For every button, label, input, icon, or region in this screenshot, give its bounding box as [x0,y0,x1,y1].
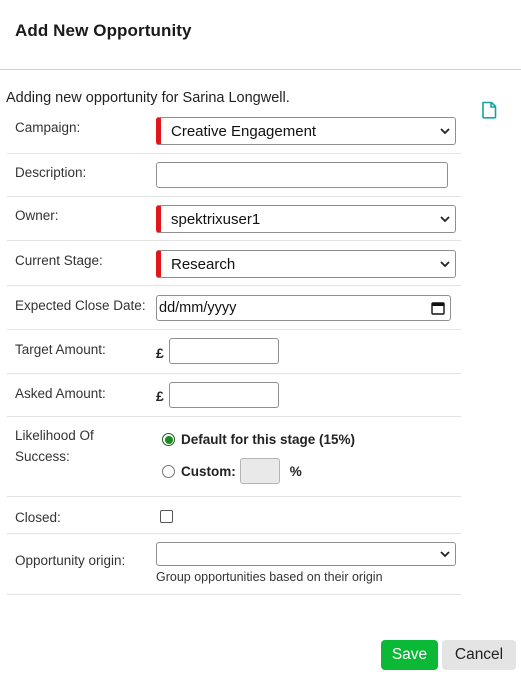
closed-row: Closed: [7,497,461,534]
custom-likelihood-label: Custom: [181,463,236,479]
close-date-label: Expected Close Date: [15,298,146,313]
opportunity-form: Campaign: Creative Engagement Descriptio… [7,110,461,595]
closed-checkbox[interactable] [160,510,173,523]
origin-select[interactable] [156,542,456,566]
custom-likelihood-radio[interactable] [162,464,175,478]
owner-value: spektrixuser1 [171,210,261,228]
campaign-select[interactable]: Creative Engagement [156,117,456,145]
chevron-down-icon [440,261,450,268]
chevron-down-icon [440,551,450,558]
owner-row: Owner: spektrixuser1 [7,197,461,241]
stage-value: Research [171,255,236,273]
campaign-label: Campaign: [15,120,81,135]
calendar-icon[interactable] [431,301,445,315]
note-icon[interactable] [480,101,498,119]
target-label: Target Amount: [15,342,106,357]
likelihood-label-line1: Likelihood Of [15,428,94,443]
asked-currency: £ [156,388,164,404]
dialog-header: Add New Opportunity [0,0,521,70]
owner-select[interactable]: spektrixuser1 [156,205,456,233]
chevron-down-icon [440,128,450,135]
target-row: Target Amount: £ [7,330,461,374]
target-currency: £ [156,345,164,361]
intro-text: Adding new opportunity for Sarina Longwe… [6,90,290,106]
stage-row: Current Stage: Research [7,241,461,286]
percent-sign: % [289,463,302,479]
description-label: Description: [15,165,87,180]
likelihood-label-line2: Success: [15,449,70,464]
save-button[interactable]: Save [381,640,438,670]
asked-label: Asked Amount: [15,386,106,401]
close-date-input[interactable]: dd/mm/yyyy [156,295,451,321]
custom-likelihood-input[interactable] [239,458,280,484]
custom-likelihood-option[interactable]: Custom: % [162,458,302,484]
stage-select[interactable]: Research [156,250,456,278]
default-likelihood-label: Default for this stage (15%) [181,432,356,447]
origin-hint: Group opportunities based on their origi… [156,570,383,584]
default-likelihood-option[interactable]: Default for this stage (15%) [162,432,355,447]
stage-label: Current Stage: [15,253,103,268]
closed-label: Closed: [15,510,61,525]
close-date-row: Expected Close Date: dd/mm/yyyy [7,286,461,330]
campaign-row: Campaign: Creative Engagement [7,110,461,154]
dialog-title: Add New Opportunity [15,21,192,40]
chevron-down-icon [440,216,450,223]
description-input[interactable] [156,162,448,188]
likelihood-row: Likelihood Of Success: Default for this … [7,417,461,497]
close-date-placeholder: dd/mm/yyyy [159,300,237,316]
origin-row: Opportunity origin: Group opportunities … [7,534,461,595]
cancel-button[interactable]: Cancel [442,640,516,670]
origin-label: Opportunity origin: [15,553,126,568]
asked-amount-input[interactable] [169,382,279,408]
asked-row: Asked Amount: £ [7,374,461,417]
default-likelihood-radio[interactable] [162,433,175,446]
owner-label: Owner: [15,208,59,223]
description-row: Description: [7,154,461,197]
target-amount-input[interactable] [169,338,279,364]
campaign-value: Creative Engagement [171,122,317,140]
